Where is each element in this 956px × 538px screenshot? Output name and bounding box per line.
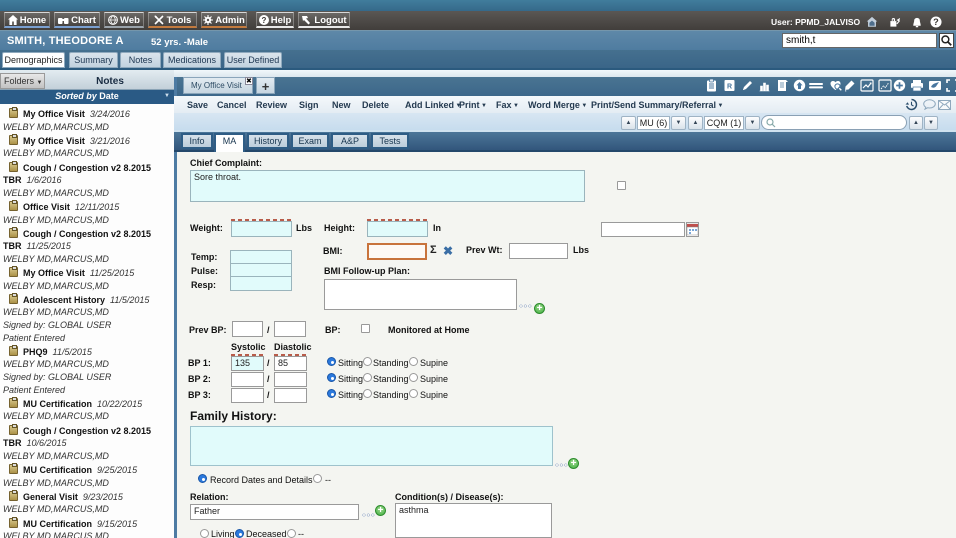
svg-text:?: ? bbox=[261, 16, 266, 25]
svg-text:?: ? bbox=[933, 17, 939, 27]
svg-text:R: R bbox=[727, 84, 732, 91]
